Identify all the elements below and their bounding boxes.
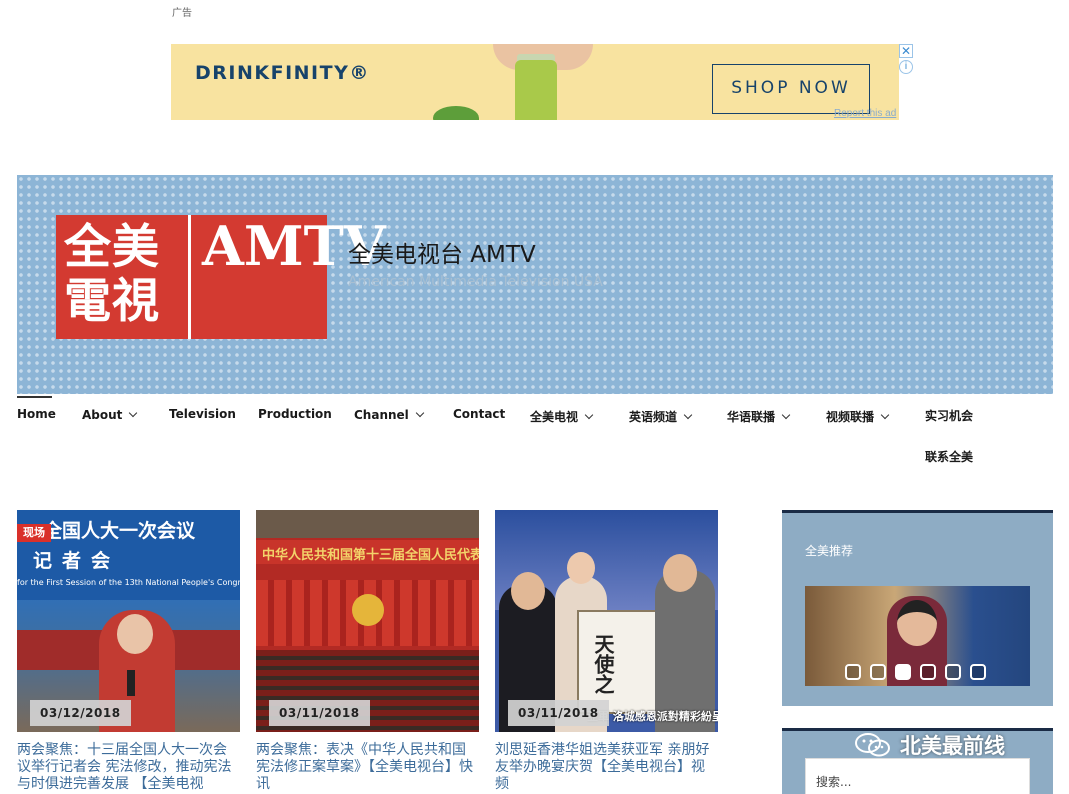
wechat-icon	[855, 733, 890, 757]
ad-report-link[interactable]: Report this ad	[834, 108, 896, 119]
nav-item-label: Television	[169, 407, 236, 421]
slide-person-face	[897, 600, 937, 646]
chevron-down-icon	[683, 410, 693, 420]
wechat-watermark: 北美最前线	[854, 730, 1005, 760]
post-date: 03/11/2018	[508, 700, 609, 726]
emblem-overlay	[352, 594, 384, 626]
logo-chinese-text: 全美電視	[64, 220, 160, 329]
nav-item-label: Channel	[354, 408, 409, 422]
nav-item-chinese-network[interactable]: 华语联播	[727, 408, 791, 425]
hall-ceiling	[256, 510, 479, 538]
slider-dot[interactable]	[970, 664, 986, 680]
site-tagline: American Multimedia Television USA	[348, 274, 603, 290]
chevron-down-icon	[129, 408, 138, 418]
nav-item-label: Contact	[453, 407, 506, 421]
ad-close-icon[interactable]: ✕	[899, 44, 913, 58]
slider-dot[interactable]	[845, 664, 861, 680]
slider-pagination	[845, 664, 986, 680]
nav-item-internship[interactable]: 实习机会	[925, 407, 973, 424]
nav-item-amtv[interactable]: 全美电视	[530, 408, 594, 425]
slider-dot[interactable]	[920, 664, 936, 680]
nav-item-label: 华语联播	[727, 410, 776, 424]
post-date: 03/12/2018	[30, 700, 131, 726]
nav-item-label: 联系全美	[925, 450, 974, 464]
page: 广告 DRINKFINITY® SHOP NOW Report this ad …	[0, 0, 1069, 794]
nav-item-contact-amtv[interactable]: 联系全美	[925, 448, 973, 465]
calligraphy-text: 天使之	[591, 634, 615, 694]
site-title[interactable]: 全美电视台 AMTV	[348, 235, 536, 269]
nav-item-label: 英语频道	[629, 410, 678, 424]
nav-item-label: 全美电视	[530, 410, 579, 424]
post-card[interactable]: 天使之 亞軍 洛城感恩派對精彩紛呈 03/11/2018 刘思延香港华姐选美获亚…	[495, 510, 718, 793]
nav-active-indicator	[17, 396, 52, 398]
nav-item-english-channel[interactable]: 英语频道	[629, 408, 693, 425]
post-thumbnail[interactable]: 全国人大一次会议 记者会 for the First Session of th…	[17, 510, 240, 732]
main-navigation: Home About Television Production Channel…	[17, 396, 1053, 476]
recommend-widget: 全美推荐	[782, 510, 1053, 706]
recommend-slider[interactable]	[805, 586, 1030, 686]
nav-item-home[interactable]: Home	[17, 407, 56, 421]
slider-dot-active[interactable]	[895, 664, 911, 680]
man-left-face	[511, 572, 545, 610]
post-thumbnail[interactable]: 天使之 亞軍 洛城感恩派對精彩紛呈	[495, 510, 718, 732]
slider-dot[interactable]	[945, 664, 961, 680]
backdrop-subtitle-text: 记者会	[33, 550, 121, 572]
nav-item-contact[interactable]: Contact	[453, 407, 505, 421]
woman-face	[567, 552, 595, 584]
post-date: 03/11/2018	[269, 700, 370, 726]
chevron-down-icon	[415, 408, 425, 418]
chevron-down-icon	[584, 410, 594, 420]
nav-item-television[interactable]: Television	[169, 407, 236, 421]
logo-english-text: AMTV	[202, 214, 386, 278]
watermark-text: 北美最前线	[900, 734, 1005, 758]
post-title[interactable]: 两会聚焦：表决《中华人民共和国宪法修正案草案》【全美电视台】快讯	[256, 742, 479, 793]
post-title[interactable]: 两会聚焦：十三届全国人大一次会议举行记者会 宪法修改，推动宪法与时俱进完善发展 …	[17, 742, 240, 793]
backdrop-title-text: 全国人大一次会议	[43, 520, 196, 542]
ad-banner[interactable]: DRINKFINITY® SHOP NOW Report this ad	[171, 44, 899, 120]
chevron-down-icon	[781, 410, 791, 420]
live-badge: 现场	[17, 524, 51, 542]
site-header: 全美電視 AMTV 全美电视台 AMTV American Multimedia…	[17, 175, 1053, 394]
post-title[interactable]: 刘思延香港华姐选美获亚军 亲朋好友举办晚宴庆贺【全美电视台】视频	[495, 742, 718, 793]
nav-item-label: About	[82, 408, 123, 422]
ad-leaf-image	[433, 106, 479, 120]
site-logo[interactable]: 全美電視 AMTV	[56, 214, 386, 339]
nav-item-production[interactable]: Production	[258, 407, 332, 421]
ad-shop-now-button[interactable]: SHOP NOW	[712, 64, 870, 114]
hall-banner-text: 中华人民共和国第十三届全国人民代表大会第一	[262, 548, 479, 563]
nav-item-label: 实习机会	[925, 409, 974, 423]
slider-dot[interactable]	[870, 664, 886, 680]
man-right-face	[663, 554, 697, 592]
nav-item-label: 视频联播	[826, 410, 875, 424]
microphone-icon	[127, 670, 135, 696]
nav-item-video-network[interactable]: 视频联播	[826, 408, 890, 425]
backdrop-english-text: for the First Session of the 13th Nation…	[17, 578, 240, 587]
post-thumbnail[interactable]: 中华人民共和国第十三届全国人民代表大会第一	[256, 510, 479, 732]
nav-item-label: Production	[258, 407, 332, 421]
reporter-face	[117, 614, 153, 654]
ad-info-icon[interactable]: i	[899, 60, 913, 74]
nav-item-channel[interactable]: Channel	[354, 408, 425, 422]
chevron-down-icon	[880, 410, 890, 420]
post-card[interactable]: 全国人大一次会议 记者会 for the First Session of th…	[17, 510, 240, 793]
post-card[interactable]: 中华人民共和国第十三届全国人民代表大会第一 03/11/2018 两会聚焦：表决…	[256, 510, 479, 793]
ad-bottle-image	[515, 60, 557, 120]
ad-brand: DRINKFINITY®	[195, 62, 370, 84]
ad-label: 广告	[172, 8, 192, 19]
nav-item-label: Home	[17, 407, 56, 421]
logo-divider	[188, 215, 191, 339]
search-input[interactable]: 搜索...	[805, 758, 1030, 794]
widget-title: 全美推荐	[805, 544, 854, 558]
nav-item-about[interactable]: About	[82, 408, 138, 422]
